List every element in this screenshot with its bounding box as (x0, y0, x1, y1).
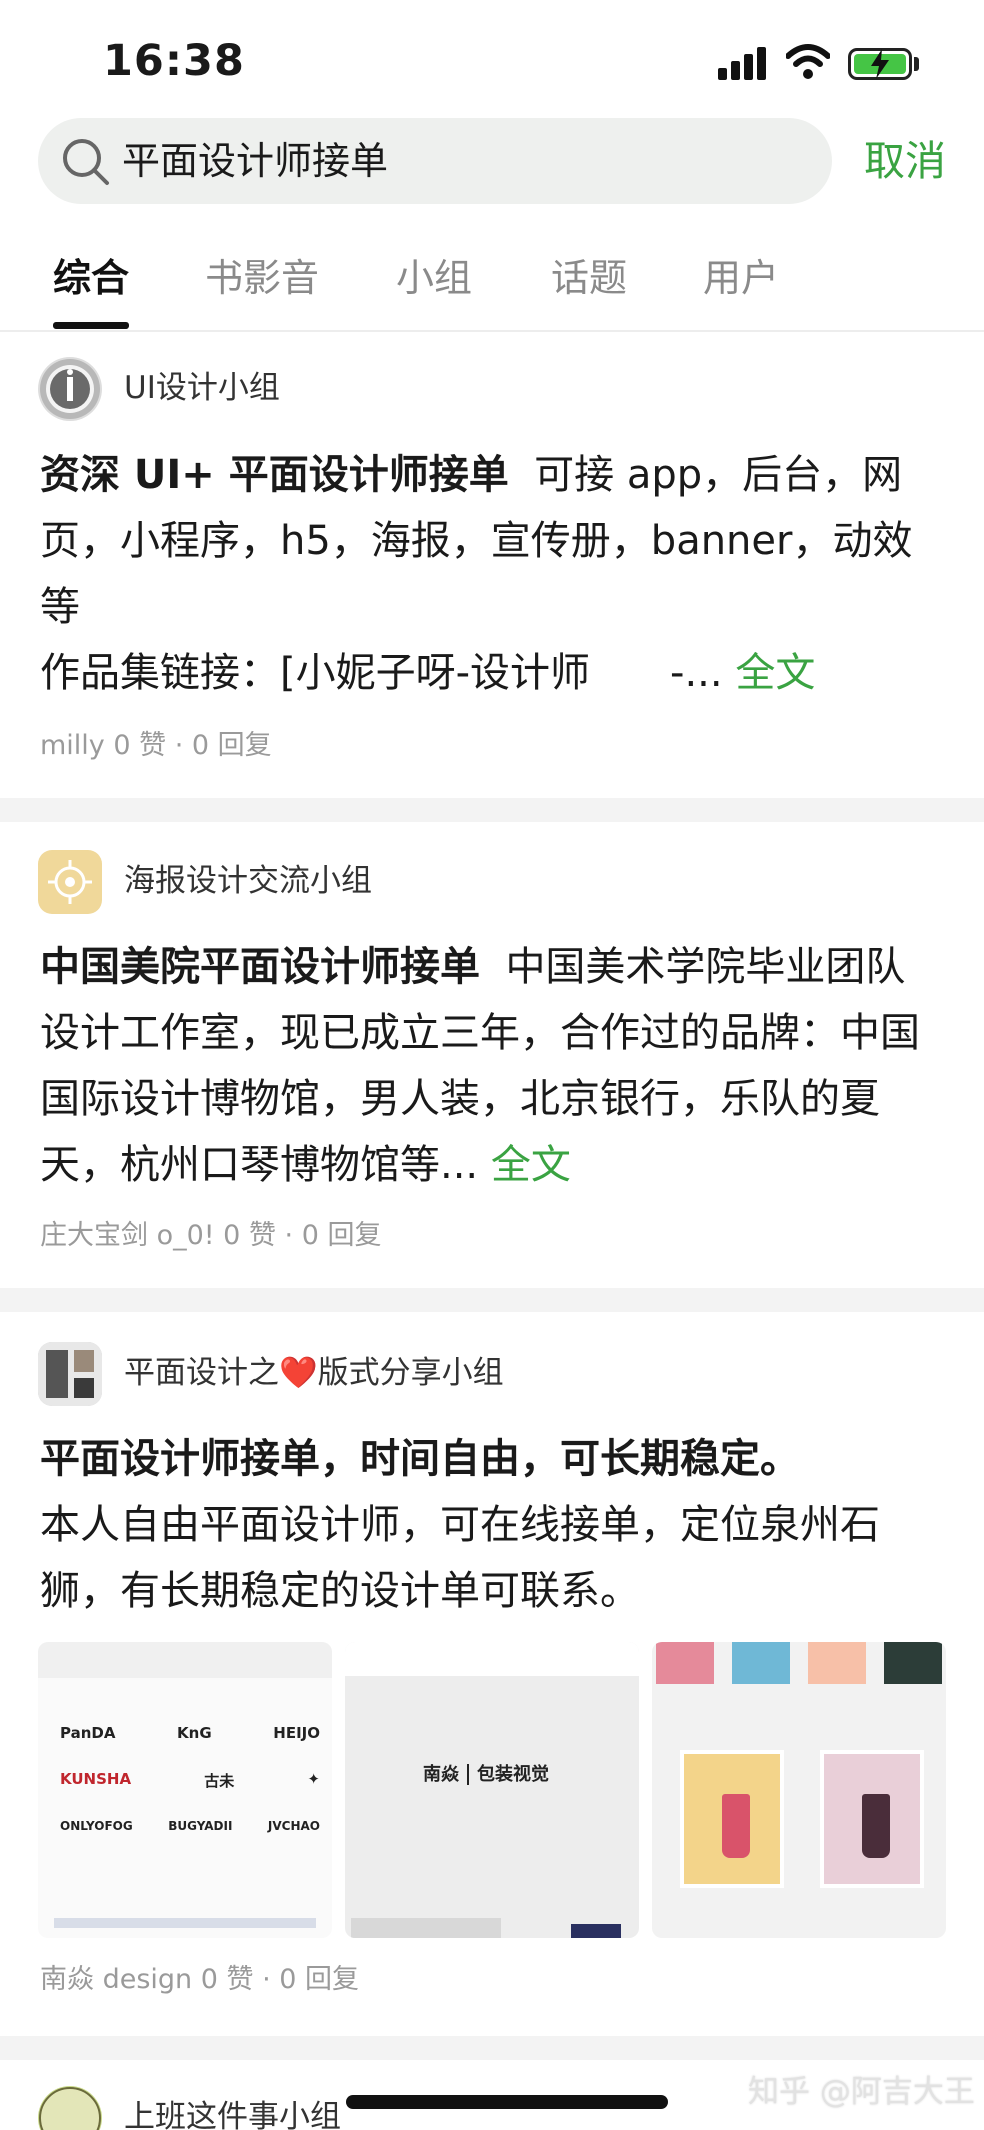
post-body: 本人自由平面设计师，可在线接单，定位泉州石狮，有长期稳定的设计单可联系。 (40, 1502, 880, 1614)
tab-active-indicator (53, 322, 129, 329)
logo-text: PanDA (60, 1724, 116, 1742)
group-avatar (38, 357, 102, 421)
home-indicator[interactable] (346, 2095, 668, 2109)
logo-brush-mark: ✦ (307, 1770, 320, 1788)
group-name: UI设计小组 (124, 370, 280, 406)
expand-full-text-link[interactable]: 全文 (491, 1142, 571, 1188)
group-name: 平面设计之❤️版式分享小组 (124, 1348, 504, 1398)
post-image-gallery: PanDA KnG HEIJO KUNSHA 古未 ✦ ONLYOFOG BUG… (38, 1642, 946, 1938)
section-divider (0, 1288, 984, 1312)
post-meta: 南焱 design 0 赞 · 0 回复 (40, 1964, 360, 1995)
tab-topics[interactable]: 话题 (551, 242, 627, 314)
post-body: 可接 app，后台，网 (534, 452, 903, 498)
tab-media[interactable]: 书影音 (205, 242, 319, 314)
tab-users[interactable]: 用户 (703, 242, 779, 314)
search-input[interactable]: 平面设计师接单 (122, 118, 802, 204)
expand-full-text-link[interactable]: 全文 (735, 650, 815, 696)
search-result-post[interactable]: 海报设计交流小组 中国美院平面设计师接单 中国美术学院毕业团队设计工作室，现已成… (0, 822, 984, 1288)
logo-text: KnG (177, 1724, 212, 1742)
group-avatar (38, 1342, 102, 1406)
post-title: 中国美院平面设计师接单 (40, 944, 480, 990)
ui-group-logo-icon (40, 359, 100, 419)
post-content[interactable]: 中国美院平面设计师接单 中国美术学院毕业团队设计工作室，现已成立三年，合作过的品… (40, 934, 940, 1198)
post-image-drinks[interactable] (652, 1642, 946, 1938)
logo-text: JVCHAO (267, 1819, 320, 1833)
logo-text: 古未 (204, 1772, 235, 1790)
wifi-icon (786, 44, 830, 79)
search-bar[interactable]: 平面设计师接单 (38, 118, 832, 204)
tab-comprehensive[interactable]: 综合 (53, 242, 129, 314)
post-image-logos[interactable]: PanDA KnG HEIJO KUNSHA 古未 ✦ ONLYOFOG BUG… (38, 1642, 332, 1938)
post-meta: 庄大宝剑 o_0! 0 赞 · 0 回复 (40, 1220, 382, 1251)
section-divider (0, 2036, 984, 2060)
section-divider (0, 798, 984, 822)
post-content[interactable]: 资深 UI+ 平面设计师接单 可接 app，后台，网页，小程序，h5，海报，宣传… (40, 442, 940, 706)
poster-group-logo-icon (48, 860, 92, 904)
status-time: 16:38 (103, 36, 245, 86)
group-avatar (38, 2086, 102, 2130)
post-image-packaging[interactable]: 南焱 包装视觉 (345, 1642, 639, 1938)
packaging-logo-mark: 南焱 (423, 1764, 469, 1785)
heart-icon: ❤️ (279, 1355, 318, 1391)
layout-group-thumbnail-icon (38, 1342, 102, 1406)
post-title: 平面设计师接单，时间自由，可长期稳定。 (40, 1436, 800, 1482)
search-icon (63, 139, 109, 185)
logo-text: HEIJO (273, 1724, 320, 1742)
group-name: 海报设计交流小组 (124, 863, 372, 899)
watermark: 知乎 @阿吉大王 (748, 2074, 975, 2110)
post-content[interactable]: 平面设计师接单，时间自由，可长期稳定。 本人自由平面设计师，可在线接单，定位泉州… (40, 1426, 940, 1626)
logo-text: KUNSHA (60, 1770, 132, 1788)
cancel-button[interactable]: 取消 (864, 133, 946, 189)
post-body-link: 作品集链接：[小妮子呀-设计师 -... (40, 650, 723, 696)
logo-text: BUGYADII (168, 1819, 233, 1833)
group-name-suffix: 版式分享小组 (317, 1355, 504, 1391)
tab-bar: 综合 书影音 小组 话题 用户 (0, 242, 984, 332)
post-meta: milly 0 赞 · 0 回复 (40, 730, 272, 761)
work-group-logo-icon (39, 2087, 101, 2130)
status-bar: 16:38 (0, 0, 984, 115)
cellular-signal-icon (718, 46, 766, 80)
battery-icon (848, 48, 912, 80)
group-avatar (38, 850, 102, 914)
battery-tip (914, 57, 919, 71)
logo-text: ONLYOFOG (60, 1819, 133, 1833)
tab-groups[interactable]: 小组 (396, 242, 472, 314)
packaging-caption: 包装视觉 (477, 1764, 549, 1785)
search-result-post[interactable]: UI设计小组 资深 UI+ 平面设计师接单 可接 app，后台，网页，小程序，h… (0, 332, 984, 798)
post-body-cont: 页，小程序，h5，海报，宣传册，banner，动效等 (40, 518, 913, 630)
group-name-prefix: 平面设计之 (124, 1355, 279, 1391)
post-title: 资深 UI+ 平面设计师接单 (40, 452, 509, 498)
search-result-post[interactable]: 平面设计之❤️版式分享小组 平面设计师接单，时间自由，可长期稳定。 本人自由平面… (0, 1312, 984, 2036)
group-name: 上班这件事小组 (124, 2099, 341, 2130)
